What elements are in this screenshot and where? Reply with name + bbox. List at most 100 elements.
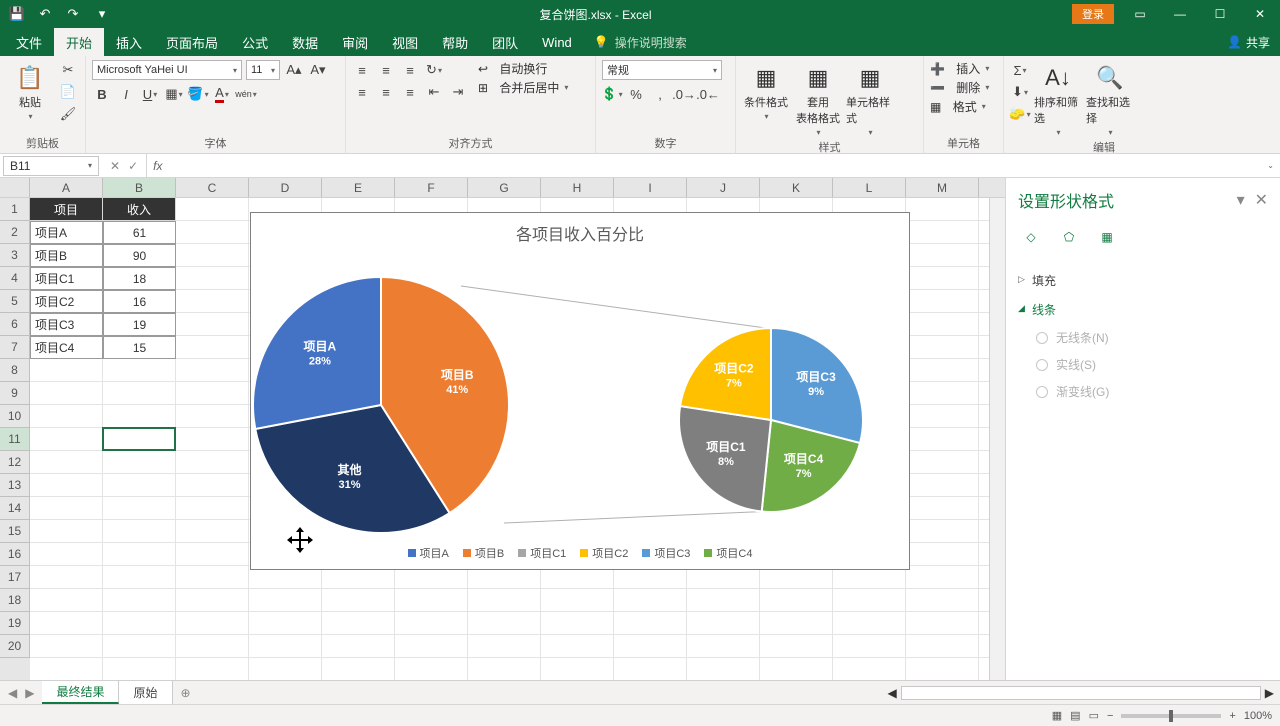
border-icon[interactable]: ▦▾ [164, 84, 184, 104]
cell[interactable]: 收入 [103, 198, 176, 221]
row-header[interactable]: 6 [0, 313, 30, 336]
font-color-icon[interactable]: A▾ [212, 84, 232, 104]
col-header[interactable]: M [906, 178, 979, 197]
vertical-scrollbar[interactable] [989, 198, 1005, 680]
maximize-icon[interactable]: ☐ [1200, 0, 1240, 28]
sheet-tab-active[interactable]: 最终结果 [42, 681, 119, 704]
select-all-corner[interactable] [0, 178, 30, 197]
new-sheet-icon[interactable]: ⊕ [173, 681, 199, 704]
col-header[interactable]: C [176, 178, 249, 197]
view-normal-icon[interactable]: ▦ [1052, 709, 1062, 722]
row-header[interactable]: 18 [0, 589, 30, 612]
tell-me-search[interactable]: 💡 操作说明搜索 [594, 34, 687, 51]
decrease-font-icon[interactable]: A▾ [308, 60, 328, 80]
worksheet[interactable]: ABCDEFGHIJKLM 12345678910111213141516171… [0, 178, 1005, 680]
row-header[interactable]: 15 [0, 520, 30, 543]
undo-icon[interactable]: ↶ [36, 5, 54, 23]
italic-icon[interactable]: I [116, 84, 136, 104]
effects-tab-icon[interactable]: ⬠ [1056, 224, 1082, 250]
pane-close-icon[interactable]: ✕ [1255, 190, 1268, 210]
row-header[interactable]: 16 [0, 543, 30, 566]
conditional-format-button[interactable]: ▦条件格式▾ [742, 60, 790, 121]
tab-help[interactable]: 帮助 [430, 28, 480, 56]
merge-center-button[interactable]: ⊞ 合并后居中▾ [478, 79, 568, 96]
minimize-icon[interactable]: — [1160, 0, 1200, 28]
accept-formula-icon[interactable]: ✓ [128, 159, 138, 173]
copy-icon[interactable]: 📄 [58, 82, 78, 102]
col-header[interactable]: D [249, 178, 322, 197]
row-header[interactable]: 11 [0, 428, 30, 451]
clear-icon[interactable]: 🧽▾ [1010, 104, 1030, 124]
phonetic-icon[interactable]: wén▾ [236, 84, 256, 104]
increase-indent-icon[interactable]: ⇥ [448, 82, 468, 102]
row-header[interactable]: 1 [0, 198, 30, 221]
cut-icon[interactable]: ✂ [58, 60, 78, 80]
pane-options-icon[interactable]: ▾ [1237, 190, 1245, 210]
font-name-combo[interactable]: Microsoft YaHei UI▾ [92, 60, 242, 80]
section-line[interactable]: 线条 [1018, 295, 1268, 324]
radio-gradient-line[interactable]: 渐变线(G) [1036, 378, 1268, 405]
col-header[interactable]: J [687, 178, 760, 197]
tab-insert[interactable]: 插入 [104, 28, 154, 56]
cell[interactable]: 90 [103, 244, 176, 267]
col-header[interactable]: B [103, 178, 176, 197]
chart-object[interactable]: 各项目收入百分比 项目B41%其他31%项目A28% 项目C39%项目C47%项… [250, 212, 910, 570]
row-header[interactable]: 5 [0, 290, 30, 313]
paste-button[interactable]: 📋粘贴▾ [6, 60, 54, 121]
align-right-icon[interactable]: ≡ [400, 82, 420, 102]
row-header[interactable]: 2 [0, 221, 30, 244]
delete-cells-button[interactable]: ➖ 删除▾ [930, 79, 989, 96]
col-header[interactable]: H [541, 178, 614, 197]
cell[interactable]: 项目C2 [30, 290, 103, 313]
row-header[interactable]: 9 [0, 382, 30, 405]
comma-icon[interactable]: , [650, 84, 670, 104]
format-cells-button[interactable]: ▦ 格式▾ [930, 98, 986, 115]
fill-line-tab-icon[interactable]: ◇ [1018, 224, 1044, 250]
cell[interactable]: 项目B [30, 244, 103, 267]
row-header[interactable]: 7 [0, 336, 30, 359]
tab-home[interactable]: 开始 [54, 28, 104, 56]
row-header[interactable]: 19 [0, 612, 30, 635]
size-tab-icon[interactable]: ▦ [1094, 224, 1120, 250]
col-header[interactable]: E [322, 178, 395, 197]
tab-view[interactable]: 视图 [380, 28, 430, 56]
row-header[interactable]: 20 [0, 635, 30, 658]
redo-icon[interactable]: ↷ [64, 5, 82, 23]
underline-icon[interactable]: U▾ [140, 84, 160, 104]
autosum-icon[interactable]: Σ▾ [1010, 60, 1030, 80]
col-header[interactable]: L [833, 178, 906, 197]
tab-data[interactable]: 数据 [280, 28, 330, 56]
share-button[interactable]: 👤 共享 [1227, 34, 1270, 51]
align-left-icon[interactable]: ≡ [352, 82, 372, 102]
increase-font-icon[interactable]: A▴ [284, 60, 304, 80]
col-header[interactable]: F [395, 178, 468, 197]
align-top-icon[interactable]: ≡ [352, 60, 372, 80]
row-header[interactable]: 10 [0, 405, 30, 428]
decrease-decimal-icon[interactable]: .0← [698, 84, 718, 104]
cell[interactable]: 15 [103, 336, 176, 359]
cell[interactable]: 项目C1 [30, 267, 103, 290]
login-button[interactable]: 登录 [1072, 4, 1114, 24]
cell[interactable]: 项目C3 [30, 313, 103, 336]
align-bottom-icon[interactable]: ≡ [400, 60, 420, 80]
horizontal-scrollbar[interactable] [901, 686, 1261, 700]
orientation-icon[interactable]: ↻▾ [424, 60, 444, 80]
row-header[interactable]: 12 [0, 451, 30, 474]
cell[interactable]: 项目 [30, 198, 103, 221]
name-box[interactable]: B11▾ [3, 156, 99, 176]
ribbon-options-icon[interactable]: ▭ [1120, 0, 1160, 28]
cell[interactable]: 18 [103, 267, 176, 290]
sort-filter-button[interactable]: A↓排序和筛选▾ [1034, 60, 1082, 137]
view-layout-icon[interactable]: ▤ [1070, 709, 1080, 722]
tab-review[interactable]: 审阅 [330, 28, 380, 56]
scroll-right-icon[interactable]: ▶ [1265, 686, 1274, 700]
decrease-indent-icon[interactable]: ⇤ [424, 82, 444, 102]
col-header[interactable]: I [614, 178, 687, 197]
tab-file[interactable]: 文件 [4, 28, 54, 56]
increase-decimal-icon[interactable]: .0→ [674, 84, 694, 104]
cell-style-button[interactable]: ▦单元格样式▾ [846, 60, 894, 137]
format-table-button[interactable]: ▦套用 表格格式▾ [794, 60, 842, 137]
qat-customize-icon[interactable]: ▾ [93, 5, 111, 23]
row-header[interactable]: 4 [0, 267, 30, 290]
cell[interactable]: 16 [103, 290, 176, 313]
